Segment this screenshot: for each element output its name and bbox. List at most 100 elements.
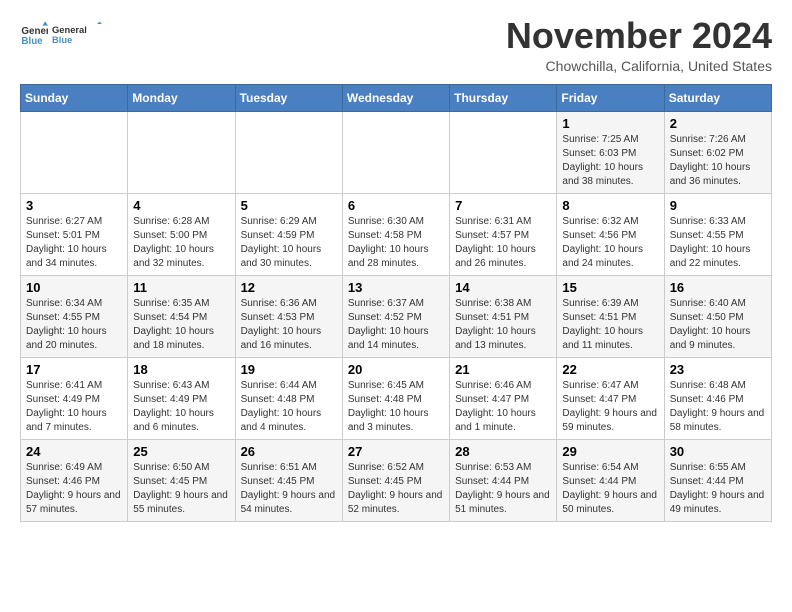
day-info: Sunrise: 6:37 AM Sunset: 4:52 PM Dayligh… — [348, 297, 444, 353]
day-info: Sunrise: 6:39 AM Sunset: 4:51 PM Dayligh… — [562, 297, 658, 353]
day-info: Sunrise: 6:48 AM Sunset: 4:46 PM Dayligh… — [670, 379, 766, 435]
day-number: 8 — [562, 198, 658, 213]
day-info: Sunrise: 6:33 AM Sunset: 4:55 PM Dayligh… — [670, 215, 766, 271]
day-number: 1 — [562, 116, 658, 131]
day-number: 6 — [348, 198, 444, 213]
day-number: 10 — [26, 280, 122, 295]
day-number: 28 — [455, 444, 551, 459]
calendar-day-cell: 25 Sunrise: 6:50 AM Sunset: 4:45 PM Dayli… — [128, 439, 235, 521]
day-info: Sunrise: 7:25 AM Sunset: 6:03 PM Dayligh… — [562, 133, 658, 189]
calendar-day-cell: 12 Sunrise: 6:36 AM Sunset: 4:53 PM Dayli… — [235, 275, 342, 357]
calendar-day-cell: 18Sunrise: 6:43 AM Sunset: 4:49 PM Dayli… — [128, 357, 235, 439]
calendar-day-cell: 11 Sunrise: 6:35 AM Sunset: 4:54 PM Dayli… — [128, 275, 235, 357]
day-number: 12 — [241, 280, 337, 295]
day-info: Sunrise: 6:54 AM Sunset: 4:44 PM Dayligh… — [562, 461, 658, 517]
day-info: Sunrise: 7:26 AM Sunset: 6:02 PM Dayligh… — [670, 133, 766, 189]
calendar-day-cell: 4Sunrise: 6:28 AM Sunset: 5:00 PM Daylig… — [128, 193, 235, 275]
calendar-day-cell: 5Sunrise: 6:29 AM Sunset: 4:59 PM Daylig… — [235, 193, 342, 275]
day-info: Sunrise: 6:44 AM Sunset: 4:48 PM Dayligh… — [241, 379, 337, 435]
calendar-week-row: 1 Sunrise: 7:25 AM Sunset: 6:03 PM Daylig… — [21, 111, 772, 193]
day-number: 27 — [348, 444, 444, 459]
day-number: 26 — [241, 444, 337, 459]
day-info: Sunrise: 6:55 AM Sunset: 4:44 PM Dayligh… — [670, 461, 766, 517]
weekday-header: Monday — [128, 84, 235, 111]
calendar-day-cell: 15 Sunrise: 6:39 AM Sunset: 4:51 PM Dayli… — [557, 275, 664, 357]
calendar-day-cell: 13 Sunrise: 6:37 AM Sunset: 4:52 PM Dayli… — [342, 275, 449, 357]
calendar-day-cell: 27 Sunrise: 6:52 AM Sunset: 4:45 PM Dayli… — [342, 439, 449, 521]
day-number: 23 — [670, 362, 766, 377]
day-info: Sunrise: 6:27 AM Sunset: 5:01 PM Dayligh… — [26, 215, 122, 271]
day-info: Sunrise: 6:41 AM Sunset: 4:49 PM Dayligh… — [26, 379, 122, 435]
day-number: 11 — [133, 280, 229, 295]
day-info: Sunrise: 6:47 AM Sunset: 4:47 PM Dayligh… — [562, 379, 658, 435]
title-area: November 2024 Chowchilla, California, Un… — [506, 16, 772, 74]
calendar-week-row: 17 Sunrise: 6:41 AM Sunset: 4:49 PM Dayli… — [21, 357, 772, 439]
calendar-day-cell: 17 Sunrise: 6:41 AM Sunset: 4:49 PM Dayli… — [21, 357, 128, 439]
day-number: 15 — [562, 280, 658, 295]
weekday-header: Sunday — [21, 84, 128, 111]
logo: General Blue General Blue — [20, 16, 102, 52]
day-number: 25 — [133, 444, 229, 459]
svg-text:Blue: Blue — [21, 36, 43, 47]
weekday-header: Saturday — [664, 84, 771, 111]
calendar-day-cell: 16Sunrise: 6:40 AM Sunset: 4:50 PM Dayli… — [664, 275, 771, 357]
calendar-week-row: 3 Sunrise: 6:27 AM Sunset: 5:01 PM Daylig… — [21, 193, 772, 275]
day-number: 2 — [670, 116, 766, 131]
logo-icon: General Blue — [20, 20, 48, 48]
location: Chowchilla, California, United States — [506, 58, 772, 74]
logo-svg: General Blue — [52, 16, 102, 52]
calendar-day-cell: 21Sunrise: 6:46 AM Sunset: 4:47 PM Dayli… — [450, 357, 557, 439]
day-number: 29 — [562, 444, 658, 459]
calendar-day-cell: 26 Sunrise: 6:51 AM Sunset: 4:45 PM Dayli… — [235, 439, 342, 521]
day-info: Sunrise: 6:49 AM Sunset: 4:46 PM Dayligh… — [26, 461, 122, 517]
calendar-day-cell: 2 Sunrise: 7:26 AM Sunset: 6:02 PM Daylig… — [664, 111, 771, 193]
calendar-day-cell: 23 Sunrise: 6:48 AM Sunset: 4:46 PM Dayli… — [664, 357, 771, 439]
day-number: 14 — [455, 280, 551, 295]
day-info: Sunrise: 6:36 AM Sunset: 4:53 PM Dayligh… — [241, 297, 337, 353]
svg-text:General: General — [52, 25, 87, 35]
weekday-header: Friday — [557, 84, 664, 111]
calendar-day-cell: 9Sunrise: 6:33 AM Sunset: 4:55 PM Daylig… — [664, 193, 771, 275]
weekday-header: Thursday — [450, 84, 557, 111]
day-number: 20 — [348, 362, 444, 377]
calendar-day-cell: 30 Sunrise: 6:55 AM Sunset: 4:44 PM Dayli… — [664, 439, 771, 521]
calendar-week-row: 24 Sunrise: 6:49 AM Sunset: 4:46 PM Dayli… — [21, 439, 772, 521]
day-number: 7 — [455, 198, 551, 213]
calendar-week-row: 10 Sunrise: 6:34 AM Sunset: 4:55 PM Dayli… — [21, 275, 772, 357]
day-info: Sunrise: 6:46 AM Sunset: 4:47 PM Dayligh… — [455, 379, 551, 435]
calendar-day-cell — [450, 111, 557, 193]
day-info: Sunrise: 6:34 AM Sunset: 4:55 PM Dayligh… — [26, 297, 122, 353]
day-number: 18 — [133, 362, 229, 377]
day-number: 22 — [562, 362, 658, 377]
calendar-day-cell — [342, 111, 449, 193]
calendar-day-cell: 29 Sunrise: 6:54 AM Sunset: 4:44 PM Dayli… — [557, 439, 664, 521]
calendar-day-cell: 1 Sunrise: 7:25 AM Sunset: 6:03 PM Daylig… — [557, 111, 664, 193]
calendar-table: SundayMondayTuesdayWednesdayThursdayFrid… — [20, 84, 772, 522]
calendar-day-cell: 19Sunrise: 6:44 AM Sunset: 4:48 PM Dayli… — [235, 357, 342, 439]
day-number: 30 — [670, 444, 766, 459]
calendar-day-cell: 22 Sunrise: 6:47 AM Sunset: 4:47 PM Dayli… — [557, 357, 664, 439]
day-number: 4 — [133, 198, 229, 213]
day-info: Sunrise: 6:52 AM Sunset: 4:45 PM Dayligh… — [348, 461, 444, 517]
day-number: 5 — [241, 198, 337, 213]
day-number: 24 — [26, 444, 122, 459]
calendar-day-cell — [235, 111, 342, 193]
day-info: Sunrise: 6:35 AM Sunset: 4:54 PM Dayligh… — [133, 297, 229, 353]
calendar-day-cell: 20Sunrise: 6:45 AM Sunset: 4:48 PM Dayli… — [342, 357, 449, 439]
day-info: Sunrise: 6:30 AM Sunset: 4:58 PM Dayligh… — [348, 215, 444, 271]
day-number: 17 — [26, 362, 122, 377]
day-info: Sunrise: 6:51 AM Sunset: 4:45 PM Dayligh… — [241, 461, 337, 517]
day-info: Sunrise: 6:38 AM Sunset: 4:51 PM Dayligh… — [455, 297, 551, 353]
day-number: 3 — [26, 198, 122, 213]
weekday-header: Wednesday — [342, 84, 449, 111]
day-info: Sunrise: 6:31 AM Sunset: 4:57 PM Dayligh… — [455, 215, 551, 271]
calendar-day-cell: 8 Sunrise: 6:32 AM Sunset: 4:56 PM Daylig… — [557, 193, 664, 275]
day-info: Sunrise: 6:50 AM Sunset: 4:45 PM Dayligh… — [133, 461, 229, 517]
svg-text:Blue: Blue — [52, 35, 72, 45]
day-number: 13 — [348, 280, 444, 295]
calendar-day-cell: 10 Sunrise: 6:34 AM Sunset: 4:55 PM Dayli… — [21, 275, 128, 357]
calendar-day-cell — [128, 111, 235, 193]
calendar-day-cell: 6 Sunrise: 6:30 AM Sunset: 4:58 PM Daylig… — [342, 193, 449, 275]
day-info: Sunrise: 6:32 AM Sunset: 4:56 PM Dayligh… — [562, 215, 658, 271]
weekday-header: Tuesday — [235, 84, 342, 111]
